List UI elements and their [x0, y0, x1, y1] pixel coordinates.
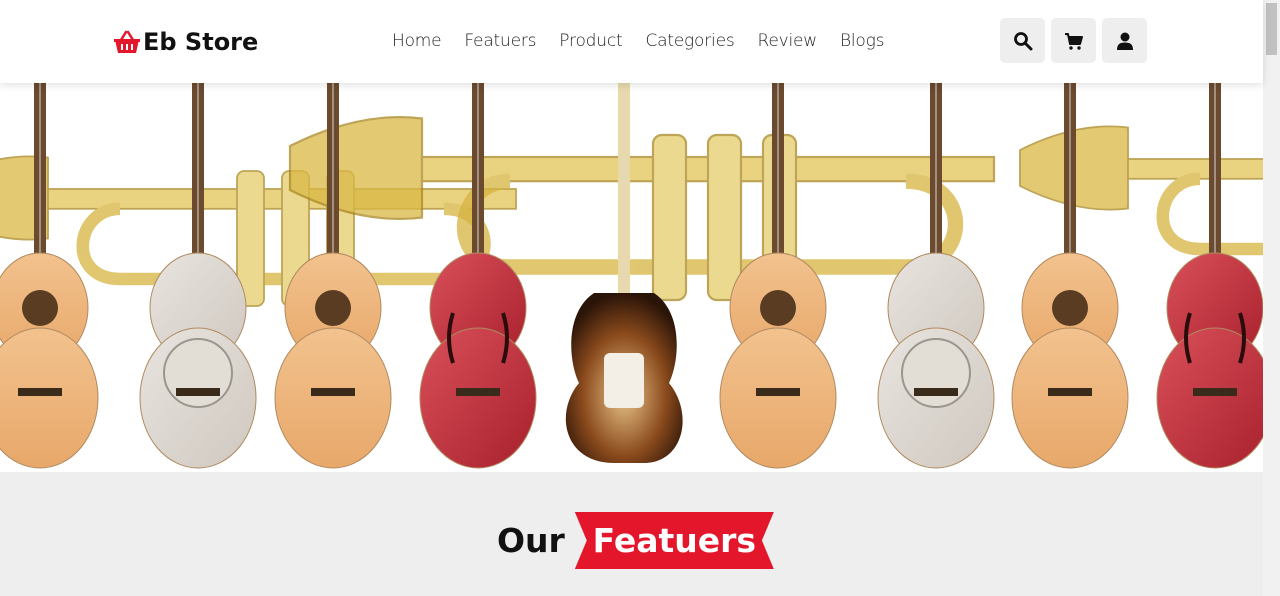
features-section: Our Featuers: [0, 472, 1263, 596]
cart-icon: [1064, 32, 1083, 50]
guitar-shape: [1156, 83, 1263, 469]
nav-featuers[interactable]: Featuers: [464, 31, 536, 51]
search-icon: [1013, 31, 1032, 50]
user-button[interactable]: [1102, 18, 1147, 63]
guitar-shape: [877, 83, 995, 469]
nav-blogs[interactable]: Blogs: [840, 31, 885, 51]
nav-product[interactable]: Product: [559, 31, 622, 51]
nav-review[interactable]: Review: [757, 31, 817, 51]
site-header: Eb Store Home Featuers Product Categorie…: [0, 0, 1263, 83]
brand-logo[interactable]: Eb Store: [113, 25, 258, 59]
page-scrollbar[interactable]: [1263, 0, 1280, 596]
header-actions: [1000, 18, 1147, 63]
brand-name: Eb Store: [143, 28, 259, 56]
trumpet-shape: [1019, 125, 1263, 256]
nav-categories[interactable]: Categories: [645, 31, 734, 51]
basket-icon: [114, 30, 140, 53]
nav-home[interactable]: Home: [392, 31, 442, 51]
scroll-thumb[interactable]: [1266, 3, 1277, 55]
cart-button[interactable]: [1051, 18, 1096, 63]
main-nav: Home Featuers Product Categories Review …: [392, 31, 884, 51]
features-heading-plain: Our: [497, 521, 565, 560]
user-icon: [1116, 32, 1133, 50]
trumpet-shape: [288, 115, 996, 302]
guitar-shape: [0, 83, 99, 469]
hero-banner: [0, 83, 1263, 472]
hero-instruments-image: [0, 83, 1263, 469]
search-button[interactable]: [1000, 18, 1045, 63]
features-heading-ribbon: Featuers: [574, 512, 774, 569]
features-heading: Our Featuers: [497, 512, 774, 569]
